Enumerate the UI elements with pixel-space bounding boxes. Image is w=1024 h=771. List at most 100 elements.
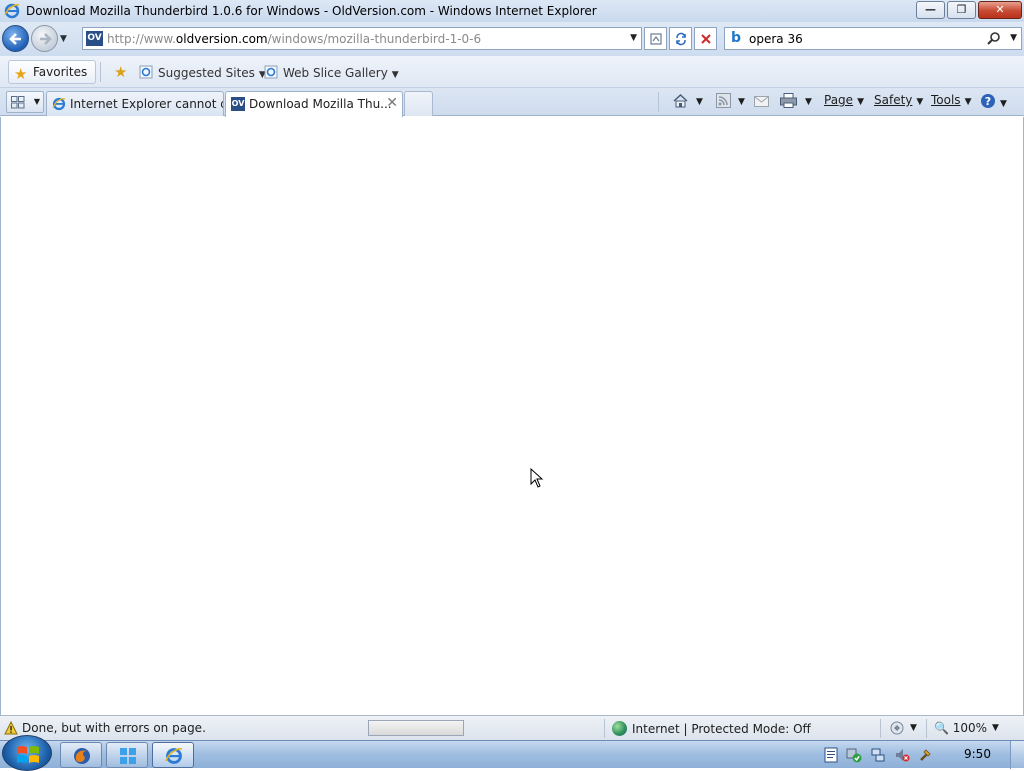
forward-arrow-icon <box>40 33 52 45</box>
chevron-down-icon: ▼ <box>1000 99 1007 109</box>
document-icon[interactable] <box>824 747 838 763</box>
back-arrow-icon <box>9 33 21 45</box>
volume-muted-icon[interactable] <box>894 747 910 763</box>
action-center-icon[interactable] <box>918 747 934 763</box>
taskbar-explorer[interactable] <box>106 742 148 768</box>
address-dropdown-icon[interactable]: ▼ <box>630 33 637 43</box>
separator <box>604 719 605 738</box>
chevron-down-icon: ▼ <box>857 97 864 107</box>
quick-tabs-button[interactable]: ▼ <box>6 91 44 113</box>
system-tray <box>814 741 1024 769</box>
tools-menu[interactable]: Tools ▼ <box>931 93 971 107</box>
minimize-icon: — <box>925 3 936 16</box>
search-options-dropdown[interactable]: ▼ <box>1010 33 1017 43</box>
feeds-button[interactable] <box>716 93 731 108</box>
add-to-favorites-bar-icon[interactable]: ★ <box>114 63 127 81</box>
taskbar-internet-explorer[interactable] <box>152 742 194 768</box>
search-icon[interactable] <box>987 31 1001 45</box>
chevron-down-icon[interactable]: ▼ <box>910 723 917 733</box>
minimize-button[interactable]: — <box>916 1 945 19</box>
tab-bar: ▼ Internet Explorer cannot di... OV Down… <box>0 88 1024 117</box>
tab-download-thunderbird[interactable]: OV Download Mozilla Thu... ✕ <box>225 91 403 117</box>
web-slice-gallery-link[interactable]: Web Slice Gallery ▼ <box>264 65 399 80</box>
zoom-level[interactable]: 🔍 100% <box>934 721 987 735</box>
new-tab-button[interactable] <box>404 91 433 116</box>
window-controls: — ❐ ✕ <box>914 1 1022 19</box>
help-icon: ? <box>981 94 995 108</box>
chevron-down-icon: ▼ <box>964 97 972 107</box>
safety-menu[interactable]: Safety ▼ <box>874 93 923 107</box>
status-message: Done, but with errors on page. <box>22 721 206 735</box>
close-icon: ✕ <box>995 3 1005 16</box>
home-dropdown[interactable]: ▼ <box>696 97 703 107</box>
command-bar: ▼ ▼ ▼ Page ▼ Safety ▼ Tools ▼ ? ▼ <box>654 88 1024 116</box>
forward-button[interactable] <box>31 25 58 52</box>
search-box[interactable]: b ▼ <box>724 27 1022 50</box>
address-bar[interactable]: OV http://www.oldversion.com/windows/moz… <box>82 27 642 50</box>
zoom-label: 100% <box>952 721 988 735</box>
close-button[interactable]: ✕ <box>978 1 1022 19</box>
stop-button[interactable] <box>694 27 717 50</box>
recent-pages-dropdown[interactable]: ▼ <box>60 34 67 44</box>
home-button[interactable] <box>672 93 689 109</box>
url-text[interactable]: http://www.oldversion.com/windows/mozill… <box>107 32 481 46</box>
read-mail-button[interactable] <box>754 93 769 107</box>
search-input[interactable] <box>749 30 979 47</box>
mail-icon <box>754 96 769 107</box>
suggested-sites-label: Suggested Sites <box>158 66 255 80</box>
safety-menu-label: Safety <box>874 93 913 107</box>
protected-mode-icon[interactable] <box>888 720 906 736</box>
title-bar[interactable]: Download Mozilla Thunderbird 1.0.6 for W… <box>0 0 1024 22</box>
page-menu[interactable]: Page ▼ <box>824 93 864 107</box>
site-favicon: OV <box>86 31 103 46</box>
print-button[interactable] <box>780 93 797 108</box>
refresh-icon <box>676 32 686 46</box>
page-menu-label: Page <box>824 93 854 107</box>
security-center-icon[interactable] <box>846 747 862 763</box>
tab-ie-cannot-display[interactable]: Internet Explorer cannot di... <box>46 91 224 116</box>
warning-icon[interactable] <box>4 721 18 735</box>
separator <box>880 719 881 738</box>
maximize-button[interactable]: ❐ <box>947 1 976 19</box>
ie-page-icon <box>139 65 153 79</box>
zone-label: Internet | Protected Mode: Off <box>632 722 811 736</box>
clock[interactable]: 9:50 <box>964 747 991 761</box>
windows-explorer-icon <box>120 748 136 764</box>
favorites-button[interactable]: ★ Favorites <box>8 60 97 84</box>
url-host: oldversion.com <box>175 32 268 46</box>
separator <box>100 62 101 82</box>
start-button[interactable] <box>2 735 52 771</box>
windows-logo-icon <box>17 746 39 763</box>
show-desktop-button[interactable] <box>1010 741 1024 769</box>
tools-menu-label: Tools <box>931 93 961 107</box>
tab-label: Internet Explorer cannot di... <box>70 97 223 111</box>
close-tab-icon[interactable]: ✕ <box>386 95 398 111</box>
zoom-dropdown-icon[interactable]: ▼ <box>992 723 999 733</box>
taskbar: 9:50 <box>0 735 1024 771</box>
suggested-sites-link[interactable]: Suggested Sites ▼ <box>139 65 266 80</box>
home-icon <box>673 93 688 108</box>
help-button[interactable]: ? ▼ <box>980 93 1007 109</box>
security-zone[interactable]: Internet | Protected Mode: Off <box>612 721 811 736</box>
separator <box>658 92 659 112</box>
network-icon[interactable] <box>870 747 886 763</box>
taskbar-firefox[interactable] <box>60 742 102 768</box>
tab-list-dropdown[interactable]: ▼ <box>34 97 40 106</box>
ie-page-icon <box>264 65 278 79</box>
mouse-cursor-icon <box>530 468 544 488</box>
print-dropdown[interactable]: ▼ <box>805 97 812 107</box>
zoom-icon: 🔍 <box>934 721 949 735</box>
compatibility-view-button[interactable] <box>644 27 667 50</box>
refresh-button[interactable] <box>669 27 692 50</box>
page-content[interactable] <box>0 117 1024 715</box>
globe-icon <box>612 721 627 736</box>
url-path: /windows/mozilla-thunderbird-1-0-6 <box>267 32 482 46</box>
back-button[interactable] <box>2 25 29 52</box>
ie-window: Download Mozilla Thunderbird 1.0.6 for W… <box>0 0 1024 740</box>
rss-feed-icon <box>716 93 731 108</box>
web-slice-gallery-label: Web Slice Gallery <box>283 66 388 80</box>
navigation-bar: ▼ OV http://www.oldversion.com/windows/m… <box>0 22 1024 56</box>
feeds-dropdown[interactable]: ▼ <box>738 97 745 107</box>
svg-text:?: ? <box>985 95 991 108</box>
print-icon <box>780 93 797 108</box>
